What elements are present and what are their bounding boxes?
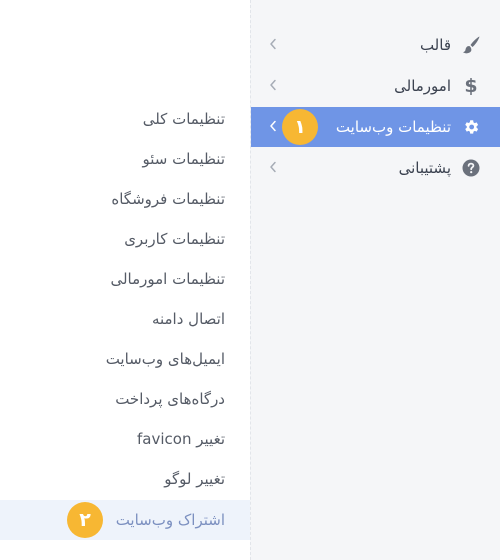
submenu-item-label: اتصال دامنه <box>151 310 225 328</box>
submenu-item-seo-settings[interactable]: تنظیمات سئو <box>0 139 250 179</box>
sidebar-item-label: تنظیمات وب‌سایت <box>335 118 451 136</box>
website-settings-submenu: تنظیمات کلی تنظیمات سئو تنظیمات فروشگاه … <box>0 0 250 560</box>
submenu-item-general-settings[interactable]: تنظیمات کلی <box>0 99 250 139</box>
sidebar-item-support[interactable]: پشتیبانی <box>251 148 500 188</box>
submenu-item-change-logo[interactable]: تغییر لوگو <box>0 459 250 499</box>
submenu-item-payment-gateways[interactable]: درگاه‌های پرداخت <box>0 379 250 419</box>
gear-icon <box>461 117 481 137</box>
sidebar-item-template[interactable]: قالب <box>251 25 500 65</box>
submenu-item-finance-settings[interactable]: تنظیمات امورمالی <box>0 259 250 299</box>
submenu-item-label: تنظیمات کلی <box>142 110 225 128</box>
dollar-icon: $ <box>464 75 478 97</box>
settings-navigation: تنظیمات کلی تنظیمات سئو تنظیمات فروشگاه … <box>0 0 500 560</box>
chevron-left-icon <box>269 78 277 92</box>
callout-badge-1: ۱ <box>282 109 318 145</box>
submenu-item-label: تنظیمات امورمالی <box>110 270 225 288</box>
submenu-item-domain-connection[interactable]: اتصال دامنه <box>0 299 250 339</box>
submenu-item-label: اشتراک وب‌سایت <box>115 511 225 529</box>
sidebar-item-label: امورمالی <box>394 77 451 95</box>
submenu-item-label: درگاه‌های پرداخت <box>115 390 225 408</box>
main-sidebar: قالب $ امورمالی تنظیمات وب‌سایت <box>250 0 500 560</box>
submenu-item-website-emails[interactable]: ایمیل‌های وب‌سایت <box>0 339 250 379</box>
submenu-item-shop-settings[interactable]: تنظیمات فروشگاه <box>0 179 250 219</box>
chevron-left-icon <box>269 119 277 133</box>
submenu-item-label: ایمیل‌های وب‌سایت <box>105 350 225 368</box>
submenu-item-label: تغییر لوگو <box>164 470 225 488</box>
sidebar-item-label: پشتیبانی <box>398 159 451 177</box>
brush-icon <box>461 35 481 55</box>
help-circle-icon <box>461 158 481 178</box>
callout-badge-2: ۲ <box>67 502 103 538</box>
submenu-item-label: تنظیمات سئو <box>142 150 225 168</box>
submenu-item-user-settings[interactable]: تنظیمات کاربری <box>0 219 250 259</box>
submenu-item-change-favicon[interactable]: تغییر favicon <box>0 419 250 459</box>
submenu-item-label: تنظیمات فروشگاه <box>111 190 225 208</box>
submenu-item-website-subscription[interactable]: اشتراک وب‌سایت <box>0 500 250 540</box>
chevron-left-icon <box>269 37 277 51</box>
sidebar-item-label: قالب <box>419 36 451 54</box>
submenu-item-label: تغییر favicon <box>137 430 225 448</box>
submenu-item-label: تنظیمات کاربری <box>124 230 225 248</box>
sidebar-item-finance[interactable]: $ امورمالی <box>251 66 500 106</box>
chevron-left-icon <box>269 160 277 174</box>
